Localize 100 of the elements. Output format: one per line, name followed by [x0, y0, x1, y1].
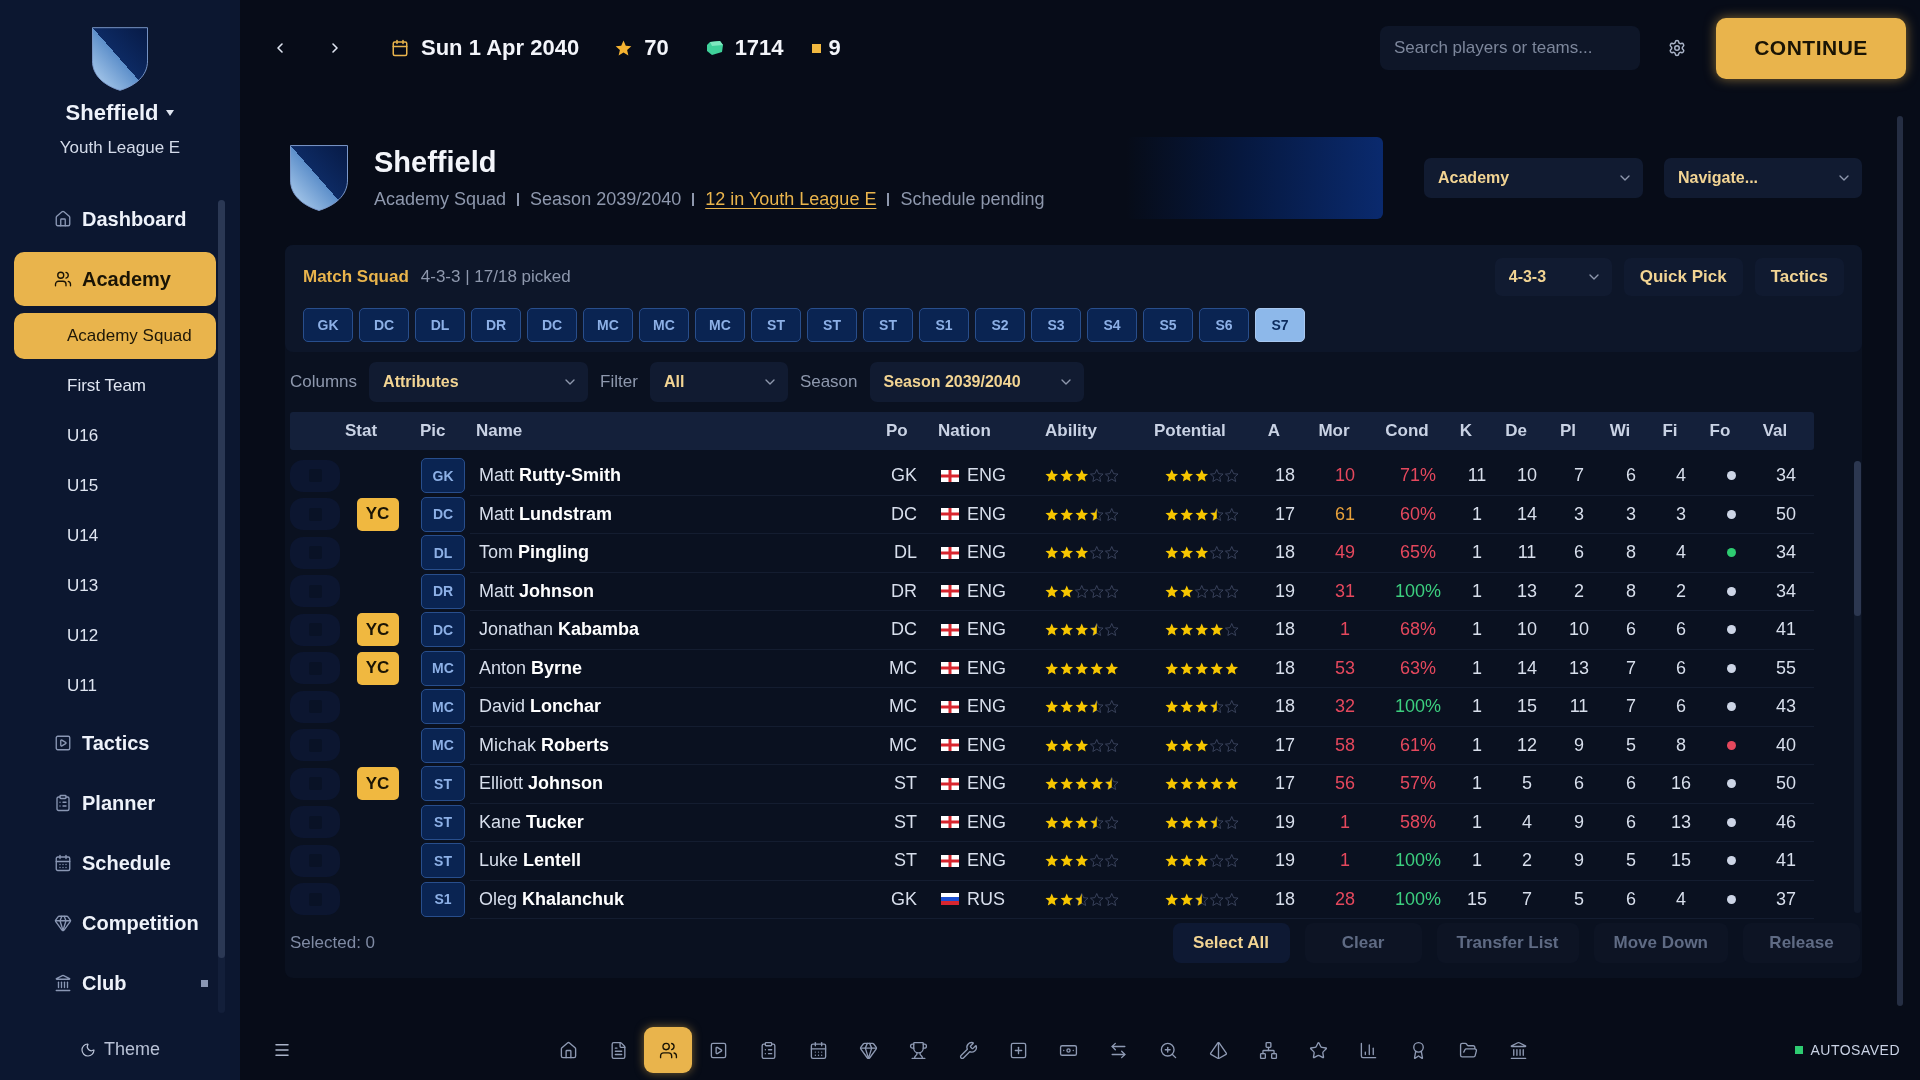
- nav-item[interactable]: Academy: [14, 252, 216, 306]
- continue-button[interactable]: CONTINUE: [1716, 17, 1906, 79]
- table-cell: 6: [1626, 888, 1636, 910]
- scrollbar-track[interactable]: [1854, 461, 1861, 913]
- subnav-item[interactable]: U16: [14, 413, 216, 459]
- caret-icon[interactable]: [166, 110, 175, 116]
- position-slot[interactable]: ST: [751, 308, 801, 342]
- table-cell: 3: [1676, 503, 1686, 525]
- position-slot[interactable]: S4: [1087, 308, 1137, 342]
- squad-button[interactable]: Quick Pick: [1623, 258, 1743, 296]
- player-name[interactable]: Luke Lentell: [479, 850, 582, 872]
- position-slot[interactable]: DR: [471, 308, 521, 342]
- nav-item[interactable]: Planner: [14, 776, 216, 830]
- nav-item[interactable]: Competition: [14, 896, 216, 950]
- position-slot[interactable]: ST: [807, 308, 857, 342]
- formation-dropdown[interactable]: 4-3-3: [1494, 258, 1612, 296]
- table-cell: MC: [889, 696, 917, 718]
- page-scrollbar[interactable]: [1897, 116, 1903, 1006]
- position-slot[interactable]: GK: [303, 308, 353, 342]
- position-slot[interactable]: DC: [527, 308, 577, 342]
- player-name[interactable]: Jonathan Kabamba: [479, 619, 640, 641]
- column-header[interactable]: Fi: [1662, 421, 1678, 441]
- player-name[interactable]: David Lonchar: [479, 696, 602, 718]
- squad-button[interactable]: Tactics: [1754, 258, 1844, 296]
- subnav-item[interactable]: Academy Squad: [14, 313, 216, 359]
- subnav-item[interactable]: U11: [14, 663, 216, 709]
- action-button[interactable]: Select All: [1172, 923, 1290, 963]
- position-slot[interactable]: S7: [1255, 308, 1305, 342]
- position-slot[interactable]: S1: [919, 308, 969, 342]
- empty-star-icon: [1105, 584, 1119, 598]
- position-slot[interactable]: ST: [863, 308, 913, 342]
- position-slot[interactable]: MC: [583, 308, 633, 342]
- settings-icon[interactable]: [1668, 39, 1686, 57]
- position-slot[interactable]: DC: [359, 308, 409, 342]
- filter-dropdown[interactable]: All: [649, 362, 788, 402]
- theme-toggle[interactable]: Theme: [104, 1039, 160, 1060]
- position-slot[interactable]: S3: [1031, 308, 1081, 342]
- filter-dropdown[interactable]: Attributes: [369, 362, 589, 402]
- column-header[interactable]: Name: [476, 421, 523, 441]
- player-name[interactable]: Anton Byrne: [479, 657, 583, 679]
- position-slot[interactable]: MC: [639, 308, 689, 342]
- subnav-item[interactable]: First Team: [14, 363, 216, 409]
- player-name[interactable]: Elliott Johnson: [479, 773, 604, 795]
- column-header[interactable]: Cond: [1385, 421, 1429, 441]
- subnav-item[interactable]: U12: [14, 613, 216, 659]
- column-header[interactable]: Ability: [1045, 421, 1097, 441]
- column-header[interactable]: Mor: [1318, 421, 1350, 441]
- column-header[interactable]: K: [1459, 421, 1473, 441]
- dropdown[interactable]: Navigate...: [1664, 157, 1862, 198]
- column-header[interactable]: Val: [1762, 421, 1788, 441]
- scrollbar-thumb[interactable]: [1854, 461, 1861, 616]
- column-header[interactable]: Pl: [1559, 421, 1577, 441]
- star-icon: [1165, 815, 1179, 829]
- half-star-icon: [1075, 892, 1089, 906]
- star-icon: [1075, 661, 1089, 675]
- star-icon: [1045, 700, 1059, 714]
- nav-item[interactable]: Tactics: [14, 716, 216, 770]
- column-header[interactable]: Nation: [938, 421, 991, 441]
- column-header[interactable]: Wi: [1609, 421, 1631, 441]
- moon-icon[interactable]: [80, 1041, 96, 1058]
- column-header[interactable]: Potential: [1154, 421, 1226, 441]
- filter-dropdown[interactable]: Season 2039/2040: [869, 362, 1084, 402]
- dropdown[interactable]: Academy: [1424, 157, 1643, 198]
- player-name[interactable]: Matt Johnson: [479, 580, 594, 602]
- position-slot[interactable]: S5: [1143, 308, 1193, 342]
- column-header[interactable]: De: [1505, 421, 1527, 441]
- star-icon: [1195, 738, 1209, 752]
- player-name[interactable]: Matt Rutty-Smith: [479, 465, 621, 487]
- column-header[interactable]: Fo: [1709, 421, 1731, 441]
- column-header[interactable]: Pic: [420, 421, 446, 441]
- menu-icon[interactable]: [273, 1041, 291, 1059]
- star-icon: [1045, 507, 1059, 521]
- building-icon: [1508, 1040, 1528, 1060]
- player-name[interactable]: Tom Pingling: [479, 542, 589, 564]
- star-icon: [1225, 661, 1239, 675]
- player-name[interactable]: Michak Roberts: [479, 734, 610, 756]
- dock-button[interactable]: [644, 1027, 693, 1073]
- stat-badge: YC: [356, 651, 399, 685]
- status-square-icon: [1795, 1046, 1804, 1054]
- search-field[interactable]: Search players or teams...: [1380, 26, 1640, 70]
- table-cell: 1: [1472, 850, 1482, 872]
- subnav-item[interactable]: U14: [14, 513, 216, 559]
- nav-item[interactable]: Dashboard: [14, 192, 216, 246]
- league-link[interactable]: 12 in Youth League E: [705, 189, 877, 210]
- player-name[interactable]: Matt Lundstram: [479, 503, 613, 525]
- club-name[interactable]: Sheffield: [65, 100, 159, 126]
- player-name[interactable]: Oleg Khalanchuk: [479, 888, 625, 910]
- column-header[interactable]: Po: [886, 421, 908, 441]
- nav-item[interactable]: Schedule: [14, 836, 216, 890]
- subnav-item[interactable]: U13: [14, 563, 216, 609]
- position-slot[interactable]: S6: [1199, 308, 1249, 342]
- column-header[interactable]: Stat: [345, 421, 378, 441]
- player-name[interactable]: Kane Tucker: [479, 811, 584, 833]
- column-header[interactable]: A: [1267, 421, 1281, 441]
- position-slot[interactable]: S2: [975, 308, 1025, 342]
- position-slot[interactable]: DL: [415, 308, 465, 342]
- table-cell: 1: [1472, 773, 1482, 795]
- subnav-item[interactable]: U15: [14, 463, 216, 509]
- nav-item[interactable]: Club: [14, 956, 216, 1010]
- position-slot[interactable]: MC: [695, 308, 745, 342]
